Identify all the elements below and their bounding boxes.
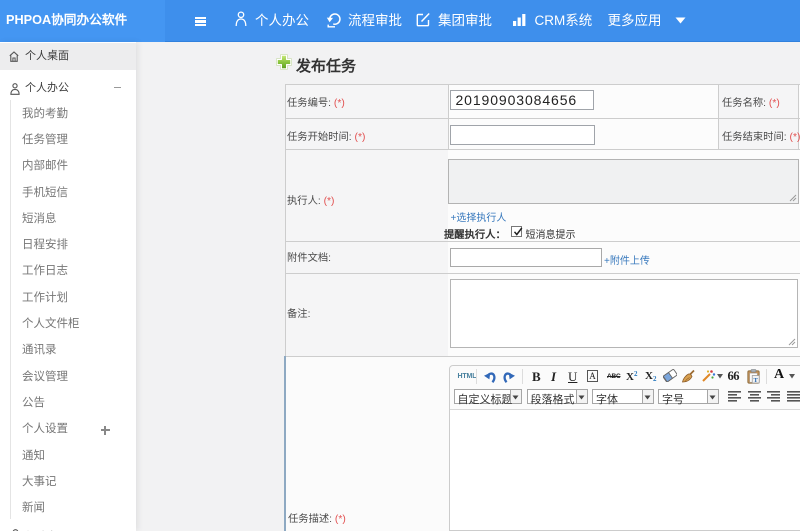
svg-text:T: T <box>754 377 759 384</box>
